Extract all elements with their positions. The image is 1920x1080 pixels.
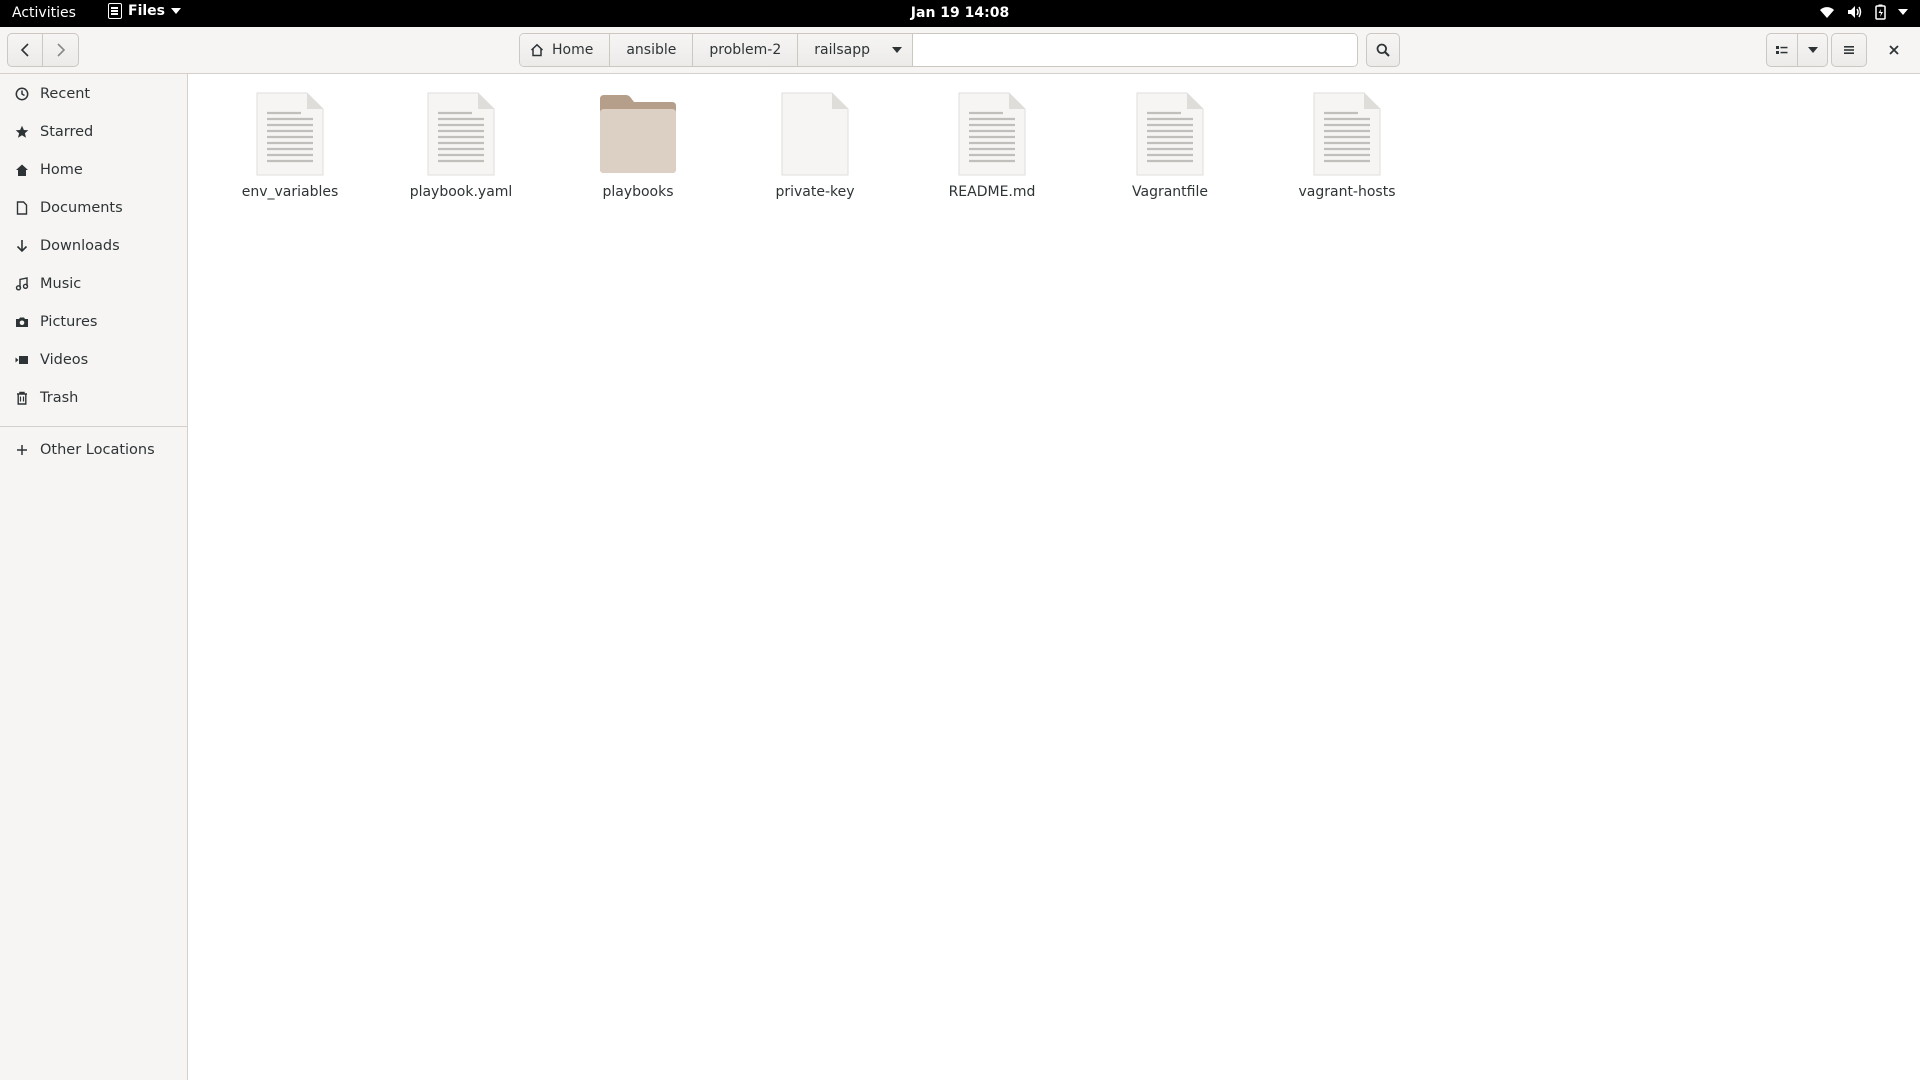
sidebar-item-videos[interactable]: Videos [0, 341, 187, 379]
back-button[interactable] [7, 33, 43, 67]
view-options-button[interactable] [1798, 33, 1828, 67]
activities-button[interactable]: Activities [12, 5, 76, 21]
search-icon [1376, 43, 1390, 57]
files-app-icon [108, 3, 122, 19]
text-file-icon [1136, 92, 1204, 176]
sidebar-item-label: Home [40, 162, 83, 178]
document-icon [14, 200, 30, 216]
sidebar-item-music[interactable]: Music [0, 265, 187, 303]
gnome-top-bar: Activities Files Jan 19 14:08 [0, 0, 1920, 27]
sidebar-item-starred[interactable]: Starred [0, 113, 187, 151]
text-file-icon [1313, 92, 1381, 176]
home-icon [14, 162, 30, 178]
places-list: Recent Starred Home Documents Downloads … [0, 74, 187, 417]
file-name: playbooks [602, 184, 674, 200]
file-item-vagrant-hosts[interactable]: vagrant-hosts [1272, 91, 1422, 200]
sidebar-item-recent[interactable]: Recent [0, 75, 187, 113]
toggle-view-button[interactable] [1766, 33, 1798, 67]
file-view[interactable]: env_variables playbook.yaml playbooks pr… [189, 74, 1920, 1080]
wifi-icon [1819, 5, 1835, 19]
sidebar-item-trash[interactable]: Trash [0, 379, 187, 417]
app-menu-caret-icon [171, 8, 181, 14]
system-menu-caret-icon [1898, 9, 1908, 15]
file-name: env_variables [241, 184, 339, 200]
trash-icon [14, 390, 30, 406]
navigation-buttons [7, 33, 79, 67]
list-view-icon [1776, 46, 1788, 54]
path-crumb-problem-2[interactable]: problem-2 [693, 34, 799, 66]
path-crumb-label: problem-2 [709, 42, 782, 58]
app-name: Files [128, 3, 165, 19]
volume-icon [1847, 5, 1863, 19]
file-item-vagrantfile[interactable]: Vagrantfile [1095, 91, 1245, 200]
file-item-playbook-yaml[interactable]: playbook.yaml [386, 91, 536, 200]
header-bar: Home ansible problem-2 railsapp [0, 27, 1920, 74]
sidebar-item-other-locations[interactable]: Other Locations [0, 431, 187, 469]
sidebar: Recent Starred Home Documents Downloads … [0, 74, 188, 1080]
sidebar-item-documents[interactable]: Documents [0, 189, 187, 227]
text-file-icon [256, 92, 324, 176]
sidebar-item-pictures[interactable]: Pictures [0, 303, 187, 341]
blank-file-icon [781, 92, 849, 176]
chevron-down-icon [892, 47, 903, 53]
file-name: Vagrantfile [1132, 184, 1208, 200]
file-name: vagrant-hosts [1298, 184, 1396, 200]
text-file-icon [427, 92, 495, 176]
path-crumb-label: ansible [626, 42, 677, 58]
view-buttons [1766, 33, 1828, 67]
music-icon [14, 276, 30, 292]
close-icon [1889, 45, 1899, 55]
file-name: playbook.yaml [409, 184, 513, 200]
sidebar-item-label: Videos [40, 352, 89, 368]
text-file-icon [958, 92, 1026, 176]
app-menu[interactable]: Files [108, 3, 181, 19]
path-crumb-label: Home [552, 42, 594, 58]
star-icon [14, 124, 30, 140]
go-forward-icon [56, 43, 65, 57]
home-icon [530, 43, 544, 57]
sidebar-item-label: Downloads [40, 238, 120, 254]
sidebar-divider [0, 426, 187, 427]
sidebar-item-label: Music [40, 276, 82, 292]
path-crumb-label: railsapp [814, 42, 871, 58]
download-icon [14, 238, 30, 254]
sidebar-item-label: Documents [40, 200, 123, 216]
path-crumb-ansible[interactable]: ansible [610, 34, 694, 66]
path-bar: Home ansible problem-2 railsapp [519, 33, 1358, 67]
main-menu-button[interactable] [1831, 33, 1867, 67]
chevron-down-icon [1807, 47, 1818, 53]
folder-icon [600, 95, 676, 173]
clock-icon [14, 86, 30, 102]
path-crumb-home[interactable]: Home [520, 34, 611, 66]
file-item-env-variables[interactable]: env_variables [215, 91, 365, 200]
close-window-button[interactable] [1882, 38, 1906, 62]
forward-button[interactable] [43, 33, 79, 67]
go-back-icon [20, 43, 29, 57]
sidebar-item-label: Pictures [40, 314, 98, 330]
clock[interactable]: Jan 19 14:08 [911, 5, 1009, 21]
sidebar-item-label: Starred [40, 124, 94, 140]
file-item-playbooks[interactable]: playbooks [563, 91, 713, 200]
sidebar-item-downloads[interactable]: Downloads [0, 227, 187, 265]
plus-icon [14, 442, 30, 458]
path-crumb-railsapp[interactable]: railsapp [798, 34, 914, 66]
camera-icon [14, 314, 30, 330]
sidebar-item-label: Trash [40, 390, 79, 406]
video-icon [14, 352, 30, 368]
battery-icon [1875, 4, 1886, 20]
sidebar-item-label: Other Locations [40, 442, 155, 458]
sidebar-item-home[interactable]: Home [0, 151, 187, 189]
file-name: README.md [948, 184, 1036, 200]
search-button[interactable] [1366, 33, 1400, 67]
file-name: private-key [775, 184, 855, 200]
system-status-area[interactable] [1819, 4, 1908, 20]
file-item-private-key[interactable]: private-key [740, 91, 890, 200]
sidebar-item-label: Recent [40, 86, 91, 102]
file-item-readme-md[interactable]: README.md [917, 91, 1067, 200]
clock-container: Jan 19 14:08 [0, 5, 1920, 21]
path-bar-empty-area[interactable] [913, 34, 1357, 66]
hamburger-menu-icon [1844, 46, 1854, 54]
